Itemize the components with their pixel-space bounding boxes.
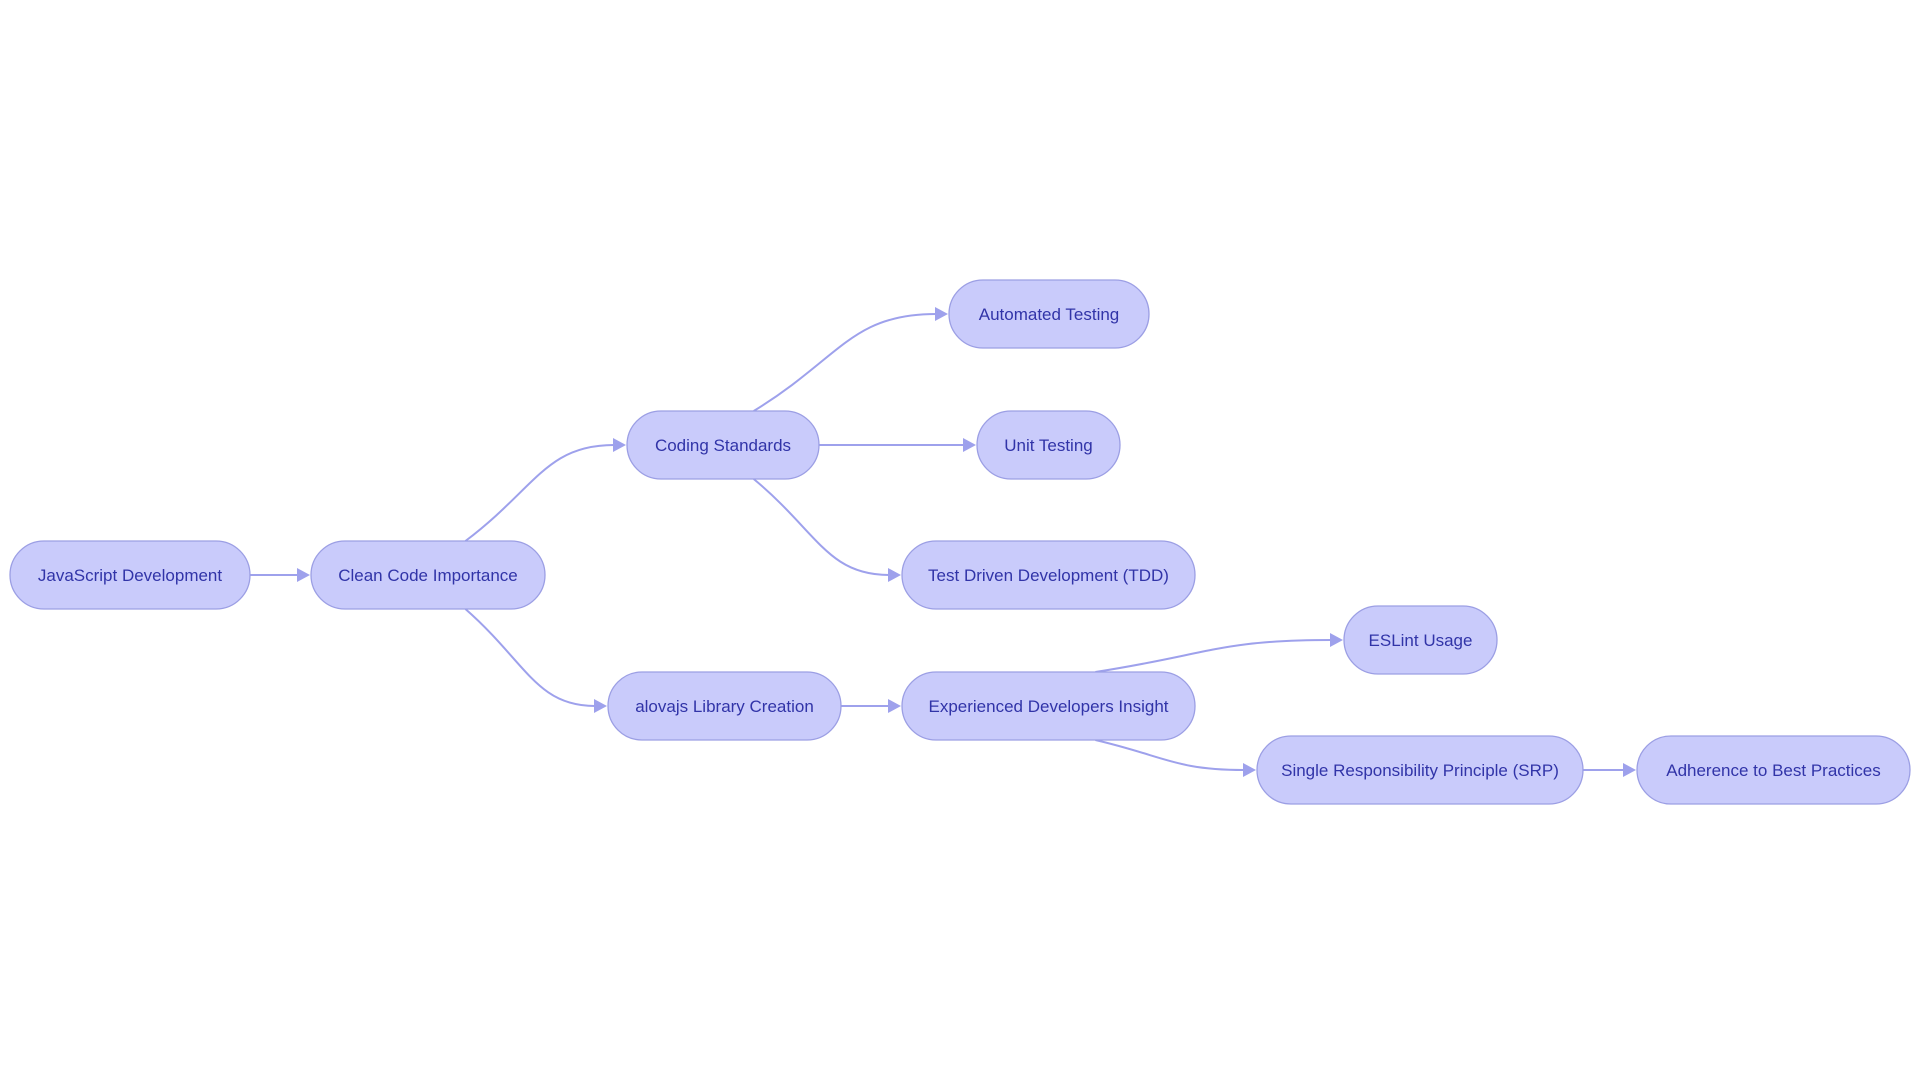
node-label: ESLint Usage: [1369, 631, 1473, 650]
node-unit-testing: Unit Testing: [976, 410, 1121, 480]
arrowhead-icon: [594, 699, 607, 713]
edge-h-to-i: [1095, 639, 1332, 673]
node-label: Coding Standards: [655, 436, 791, 455]
arrowhead-icon: [613, 438, 626, 452]
arrowhead-icon: [1243, 763, 1256, 777]
arrowhead-icon: [1623, 763, 1636, 777]
edge-h-to-j: [1095, 739, 1245, 771]
arrowhead-icon: [1330, 633, 1343, 647]
edge-b-to-g: [464, 608, 596, 707]
node-adherence-to-best-practices: Adherence to Best Practices: [1636, 735, 1911, 805]
edge-b-to-c: [464, 444, 615, 542]
edge-c-to-f: [753, 478, 890, 576]
node-automated-testing: Automated Testing: [948, 279, 1150, 349]
arrowhead-icon: [888, 568, 901, 582]
node-coding-standards: Coding Standards: [626, 410, 820, 480]
edge-c-to-d: [753, 313, 937, 412]
nodes-layer: JavaScript Development Clean Code Importa…: [9, 279, 1911, 805]
node-clean-code-importance: Clean Code Importance: [310, 540, 546, 610]
node-label: Unit Testing: [1004, 436, 1093, 455]
flowchart-diagram: JavaScript Development Clean Code Importa…: [9, 279, 1911, 805]
node-label: Clean Code Importance: [338, 566, 518, 585]
node-label: Experienced Developers Insight: [928, 697, 1168, 716]
node-test-driven-development-tdd: Test Driven Development (TDD): [901, 540, 1196, 610]
node-alovajs-library-creation: alovajs Library Creation: [607, 671, 842, 741]
node-label: alovajs Library Creation: [635, 697, 814, 716]
node-label: Automated Testing: [979, 305, 1120, 324]
node-eslint-usage: ESLint Usage: [1343, 605, 1498, 675]
node-label: JavaScript Development: [38, 566, 223, 585]
arrowhead-icon: [297, 568, 310, 582]
node-label: Single Responsibility Principle (SRP): [1281, 761, 1559, 780]
node-label: Adherence to Best Practices: [1666, 761, 1881, 780]
node-single-responsibility-principle-srp: Single Responsibility Principle (SRP): [1256, 735, 1584, 805]
arrowhead-icon: [935, 307, 948, 321]
arrowhead-icon: [888, 699, 901, 713]
node-experienced-developers-insight: Experienced Developers Insight: [901, 671, 1196, 741]
node-label: Test Driven Development (TDD): [928, 566, 1169, 585]
arrowhead-icon: [963, 438, 976, 452]
node-javascript-development: JavaScript Development: [9, 540, 251, 610]
